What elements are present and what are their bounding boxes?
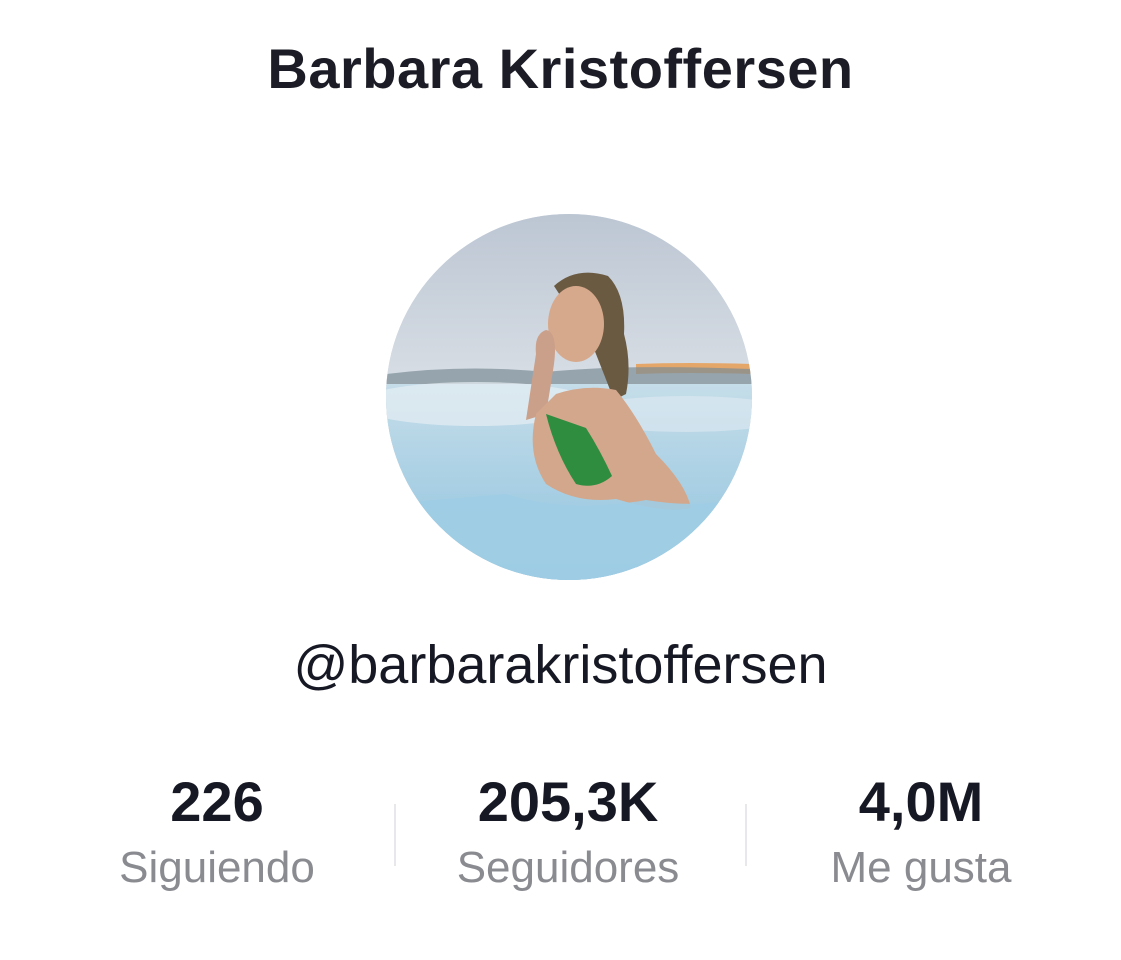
stat-likes[interactable]: 4,0M Me gusta <box>771 766 1071 896</box>
stat-following[interactable]: 226 Siguiendo <box>67 766 367 896</box>
followers-label: Seguidores <box>456 843 680 892</box>
username: @barbarakristoffersen <box>293 635 828 695</box>
likes-label: Me gusta <box>830 843 1012 892</box>
stat-followers[interactable]: 205,3K Seguidores <box>418 766 718 896</box>
following-label: Siguiendo <box>119 843 315 892</box>
stat-divider <box>745 804 747 866</box>
avatar[interactable] <box>386 214 752 580</box>
followers-count: 205,3K <box>477 770 659 833</box>
following-count: 226 <box>170 770 264 833</box>
page-title: Barbara Kristoffersen <box>267 37 854 100</box>
likes-count: 4,0M <box>858 770 984 833</box>
stat-divider <box>394 804 396 866</box>
profile-photo-icon <box>386 214 752 580</box>
